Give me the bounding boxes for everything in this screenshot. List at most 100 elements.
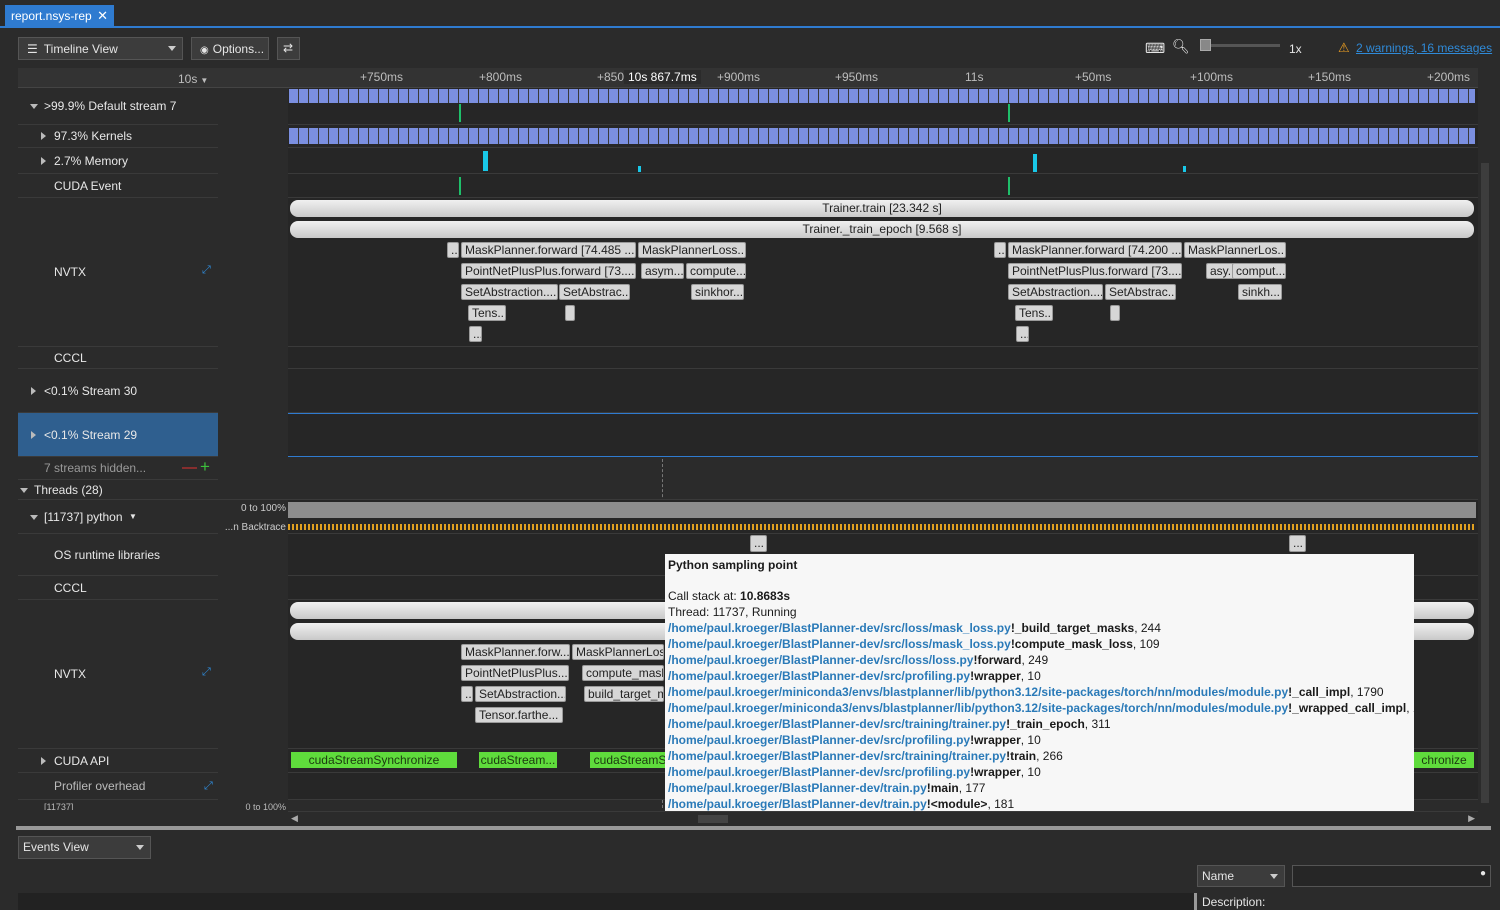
link-icon[interactable]: ⤢ bbox=[204, 780, 213, 793]
cuda-api-call[interactable]: cudaStreamSynchronize bbox=[291, 752, 457, 768]
frame-path[interactable]: /home/paul.kroeger/BlastPlanner-dev/src/… bbox=[668, 621, 1011, 635]
frame-path[interactable]: /home/paul.kroeger/BlastPlanner-dev/src/… bbox=[668, 765, 970, 779]
row-cuda-api[interactable]: CUDA API bbox=[18, 749, 218, 773]
memory-op[interactable] bbox=[638, 166, 641, 172]
nvtx-range[interactable]: MaskPlanner.forward [74.485 ... bbox=[461, 242, 636, 258]
nvtx-range[interactable]: MaskPlanner.forw... bbox=[461, 644, 570, 660]
nvtx-range[interactable]: sinkh... bbox=[1238, 284, 1282, 300]
frame-path[interactable]: /home/paul.kroeger/BlastPlanner-dev/src/… bbox=[668, 637, 1011, 651]
lane-stream-30[interactable] bbox=[288, 369, 1478, 413]
nvtx-range[interactable]: ... bbox=[461, 686, 473, 702]
panel-divider[interactable] bbox=[1194, 893, 1197, 910]
frame-path[interactable]: /home/paul.kroeger/BlastPlanner-dev/src/… bbox=[668, 653, 973, 667]
scrollbar-thumb[interactable] bbox=[1481, 163, 1489, 803]
cuda-api-call[interactable]: chronize bbox=[1414, 752, 1474, 768]
scroll-left-icon[interactable]: ◀ bbox=[291, 813, 298, 824]
memory-op[interactable] bbox=[1033, 154, 1037, 172]
options-button[interactable]: ◉ Options... bbox=[191, 37, 269, 60]
nvtx-range[interactable]: compute_mask bbox=[582, 665, 664, 681]
lane-memory[interactable] bbox=[288, 148, 1478, 174]
nvtx-range[interactable]: compute... bbox=[686, 263, 746, 279]
horizontal-scrollbar[interactable]: ◀ ▶ bbox=[288, 811, 1478, 825]
nvtx-range[interactable]: Tensor.farthe... bbox=[475, 707, 563, 723]
row-stream-29[interactable]: <0.1% Stream 29 bbox=[18, 413, 218, 457]
vertical-scrollbar[interactable] bbox=[1478, 88, 1492, 810]
lane-stream-29[interactable] bbox=[288, 413, 1478, 457]
swap-button[interactable]: ⇄ bbox=[277, 37, 300, 60]
nvtx-range[interactable]: MaskPlannerLos... bbox=[1184, 242, 1286, 258]
nvtx-range[interactable]: SetAbstraction.... bbox=[461, 284, 558, 300]
nvtx-range[interactable]: PointNetPlusPlus... bbox=[461, 665, 569, 681]
keyboard-icon[interactable]: ⌨ bbox=[1145, 40, 1165, 57]
row-cuda-event[interactable]: CUDA Event bbox=[18, 174, 218, 198]
row-threads[interactable]: Threads (28) bbox=[18, 480, 1478, 500]
nvtx-range[interactable]: SetAbstrac... bbox=[559, 284, 630, 300]
close-icon[interactable]: ✕ bbox=[97, 8, 108, 24]
expand-right-icon[interactable] bbox=[41, 132, 46, 140]
frame-path[interactable]: /home/paul.kroeger/BlastPlanner-dev/trai… bbox=[668, 781, 927, 795]
scroll-right-icon[interactable]: ▶ bbox=[1468, 813, 1475, 824]
kernel-strip[interactable] bbox=[289, 89, 1475, 103]
events-table[interactable] bbox=[18, 893, 1195, 910]
memory-op[interactable] bbox=[1183, 166, 1186, 172]
splitter[interactable] bbox=[16, 826, 1491, 830]
nvtx-range[interactable]: MaskPlanner.forward [74.200 ... bbox=[1008, 242, 1182, 258]
expand-right-icon[interactable] bbox=[31, 430, 36, 439]
nvtx-range[interactable]: ... bbox=[469, 326, 482, 342]
link-icon[interactable]: ⤢ bbox=[202, 666, 211, 679]
nvtx-range[interactable]: ... bbox=[1016, 326, 1029, 342]
events-view-selector[interactable]: Events View bbox=[18, 836, 151, 859]
nvtx-range[interactable]: ... bbox=[447, 242, 459, 258]
search-input[interactable]: ● bbox=[1292, 865, 1491, 887]
frame-path[interactable]: /home/paul.kroeger/BlastPlanner-dev/src/… bbox=[668, 717, 1006, 731]
expand-down-icon[interactable] bbox=[30, 104, 38, 109]
row-nvtx[interactable]: NVTX ⤢ bbox=[18, 198, 218, 347]
nvtx-range[interactable]: comput... bbox=[1232, 263, 1286, 279]
row-kernels[interactable]: 97.3% Kernels bbox=[18, 125, 218, 148]
frame-path[interactable]: /home/paul.kroeger/BlastPlanner-dev/src/… bbox=[668, 669, 970, 683]
frame-path[interactable]: /home/paul.kroeger/BlastPlanner-dev/src/… bbox=[668, 749, 1006, 763]
nvtx-range[interactable]: ... bbox=[994, 242, 1006, 258]
frame-path[interactable]: /home/paul.kroeger/BlastPlanner-dev/src/… bbox=[668, 733, 970, 747]
nvtx-range[interactable]: Tens... bbox=[468, 305, 506, 321]
row-profiler-overhead[interactable]: Profiler overhead ⤢ bbox=[18, 773, 218, 800]
nvtx-range[interactable]: PointNetPlusPlus.forward [73.... bbox=[1008, 263, 1182, 279]
row-python-thread[interactable]: [11737] python ▼ bbox=[18, 500, 218, 534]
remove-icon[interactable]: — bbox=[182, 459, 197, 476]
nvtx-range[interactable]: MaskPlannerLoss... bbox=[638, 242, 746, 258]
cpu-utilization[interactable] bbox=[288, 502, 1476, 518]
row-memory[interactable]: 2.7% Memory bbox=[18, 148, 218, 174]
row-os-runtime[interactable]: OS runtime libraries bbox=[18, 534, 218, 576]
tab-report[interactable]: report.nsys-rep ✕ bbox=[5, 5, 114, 27]
cuda-api-call[interactable]: cudaStreamS bbox=[590, 752, 670, 768]
expand-right-icon[interactable] bbox=[31, 386, 36, 395]
expand-right-icon[interactable] bbox=[41, 156, 46, 165]
name-filter-selector[interactable]: Name bbox=[1197, 865, 1285, 887]
lane-default-stream[interactable] bbox=[288, 88, 1478, 125]
lane-python-thread[interactable] bbox=[288, 500, 1478, 534]
nvtx-range[interactable]: SetAbstrac... bbox=[1105, 284, 1176, 300]
lane-cuda-event[interactable] bbox=[288, 174, 1478, 198]
row-hidden-streams[interactable]: 7 streams hidden... — + bbox=[18, 457, 218, 480]
frame-path[interactable]: /home/paul.kroeger/miniconda3/envs/blast… bbox=[668, 685, 1288, 699]
row-cccl[interactable]: CCCL bbox=[18, 347, 218, 369]
nvtx-range[interactable]: MaskPlannerLos bbox=[572, 644, 664, 660]
scrollbar-thumb[interactable] bbox=[698, 815, 728, 823]
nvtx-range[interactable]: Trainer._train_epoch [9.568 s] bbox=[290, 221, 1474, 238]
frame-path[interactable]: /home/paul.kroeger/miniconda3/envs/blast… bbox=[668, 701, 1288, 715]
sample-marker[interactable]: ... bbox=[1289, 535, 1306, 552]
sample-marker[interactable]: ... bbox=[750, 535, 767, 552]
expand-down-icon[interactable] bbox=[20, 487, 28, 493]
zoom-slider[interactable] bbox=[1200, 44, 1280, 47]
nvtx-range[interactable]: build_target_m bbox=[584, 686, 664, 702]
expand-down-icon[interactable] bbox=[30, 514, 38, 520]
row-nvtx-thread[interactable]: NVTX ⤢ bbox=[18, 600, 218, 749]
nvtx-range[interactable] bbox=[1110, 305, 1120, 321]
nvtx-range[interactable]: Tens... bbox=[1015, 305, 1053, 321]
view-selector[interactable]: ☰ Timeline View bbox=[18, 37, 183, 60]
lane-kernels[interactable] bbox=[288, 125, 1478, 148]
nvtx-range[interactable] bbox=[565, 305, 575, 321]
nvtx-range[interactable]: SetAbstraction... bbox=[475, 686, 566, 702]
memory-op[interactable] bbox=[483, 151, 488, 171]
expand-right-icon[interactable] bbox=[41, 756, 46, 765]
